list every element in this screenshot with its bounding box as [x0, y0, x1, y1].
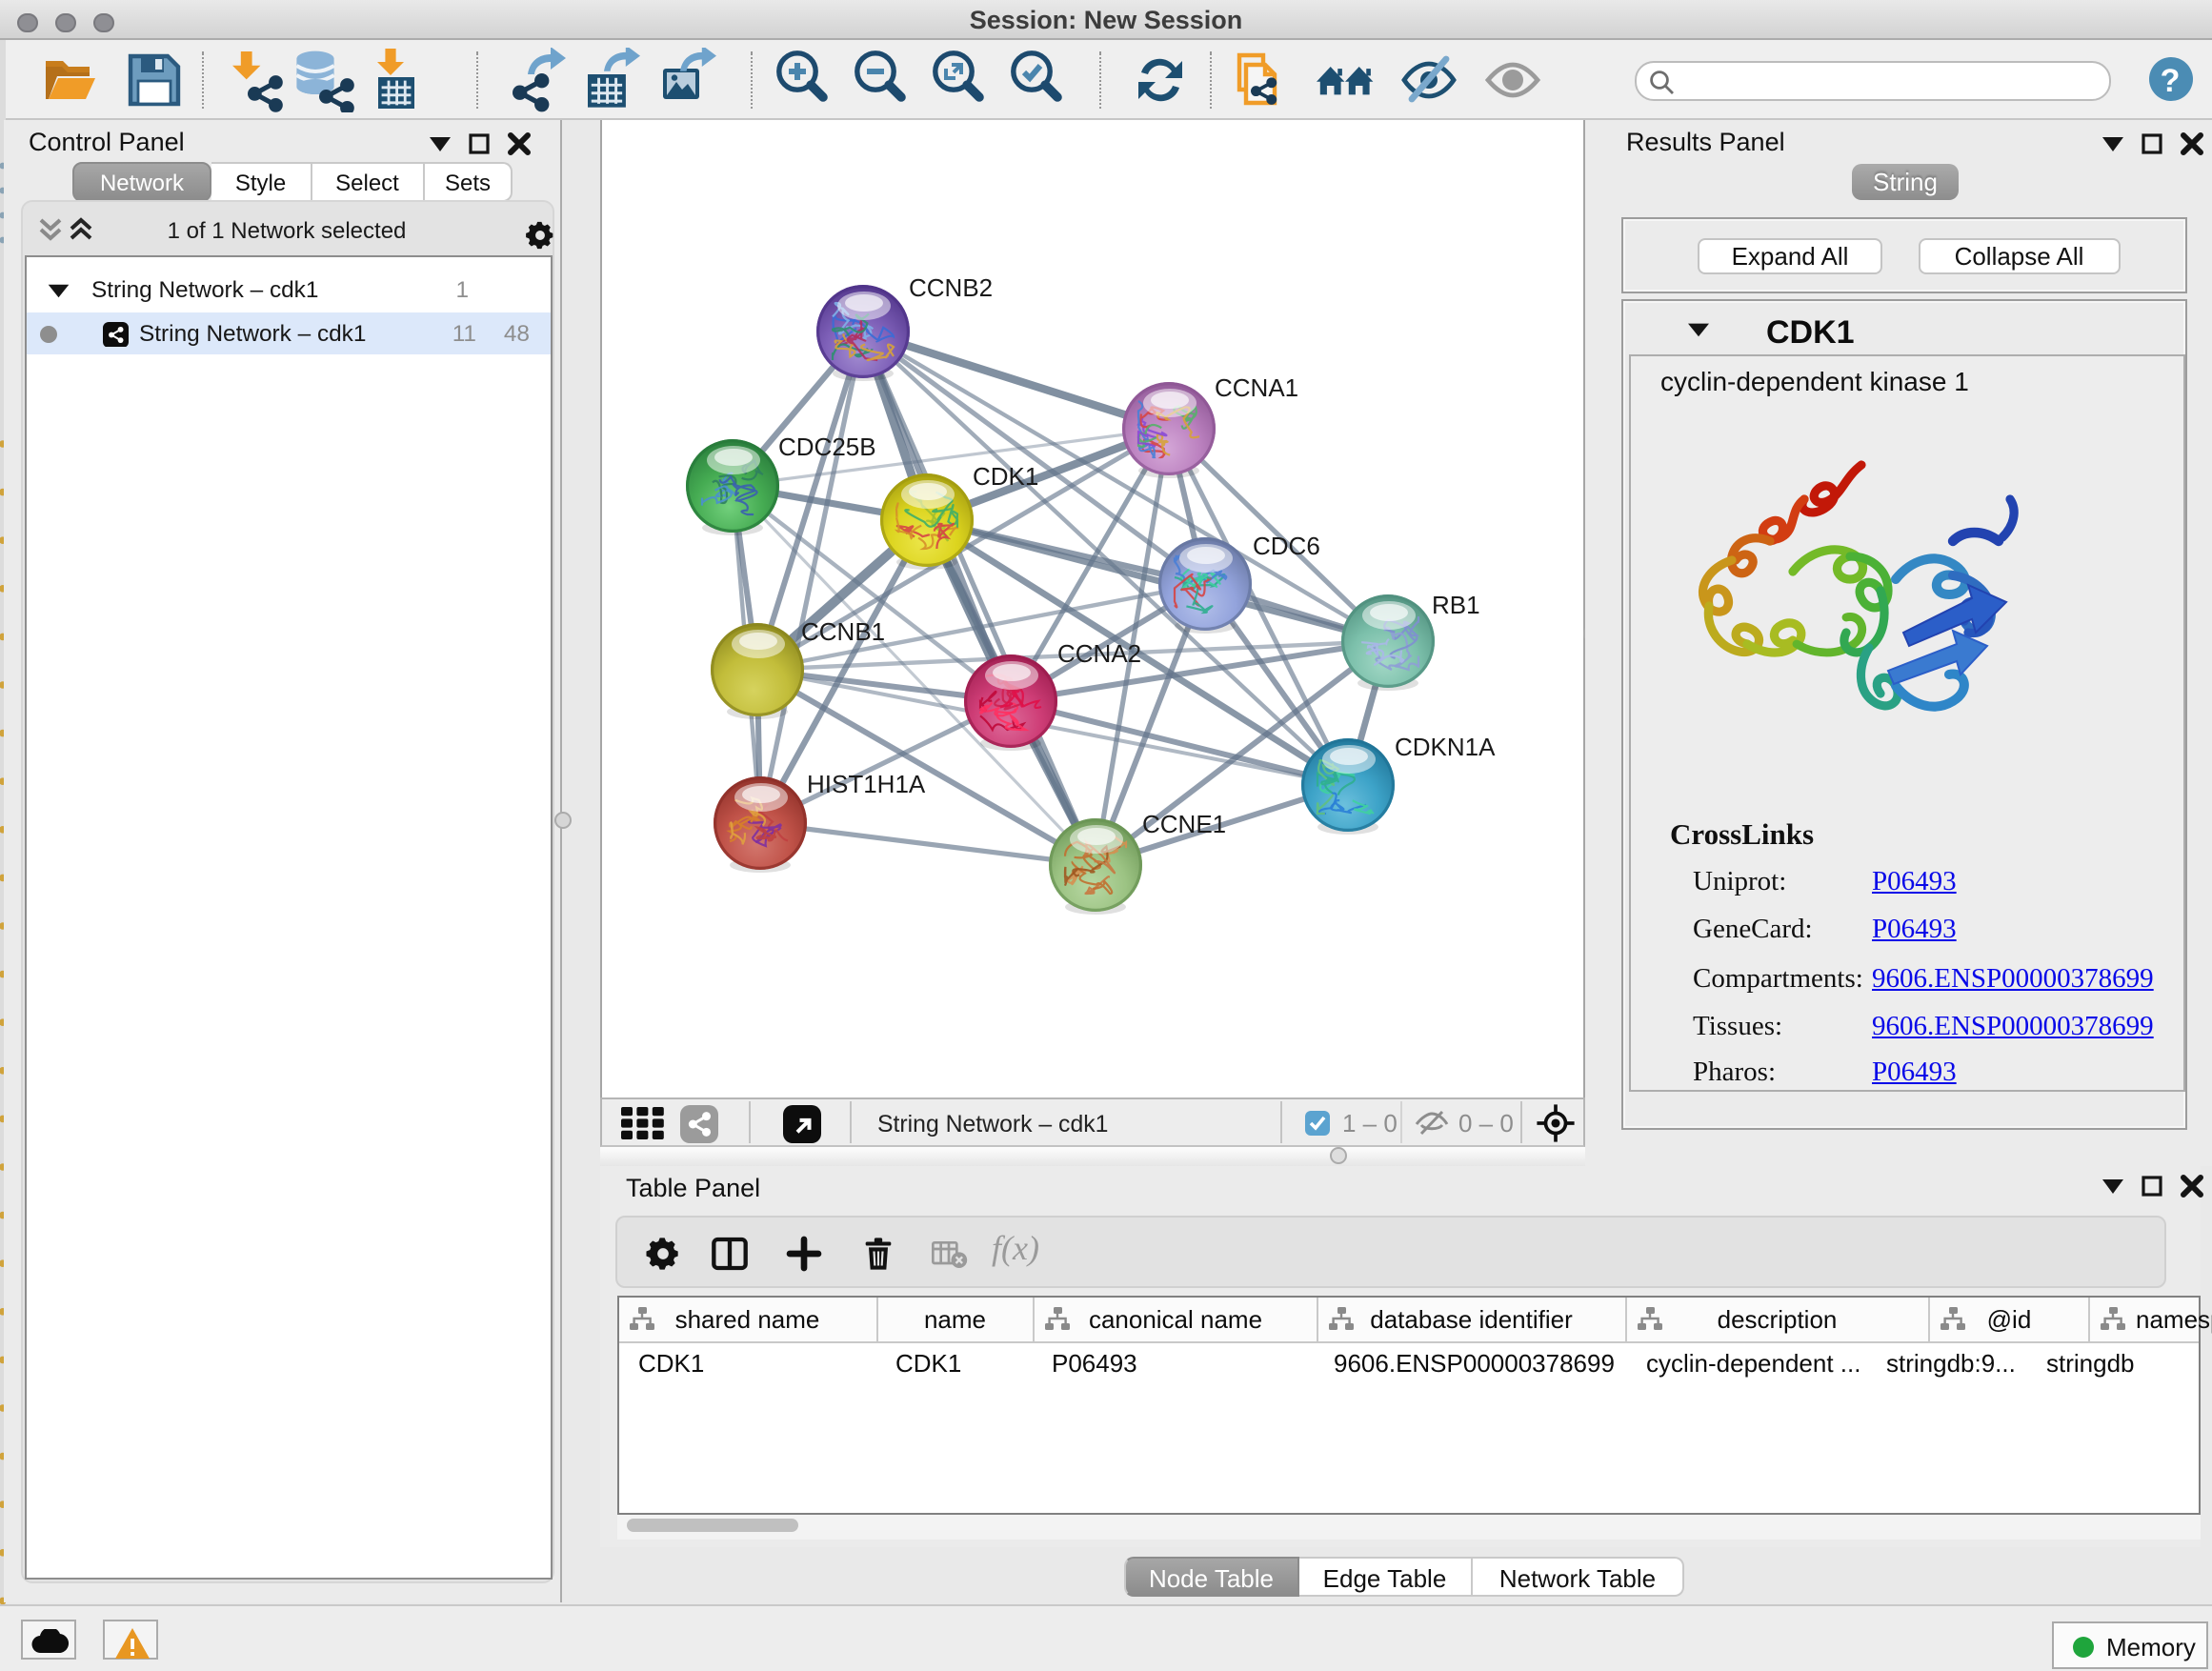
svg-text:CDC6: CDC6 [1252, 531, 1319, 559]
svg-text:CCNB1: CCNB1 [800, 616, 884, 645]
svg-text:CCNE1: CCNE1 [1141, 809, 1225, 837]
svg-text:CCNB2: CCNB2 [908, 272, 992, 301]
svg-text:HIST1H1A: HIST1H1A [806, 769, 925, 797]
svg-text:CDK1: CDK1 [972, 461, 1037, 490]
svg-text:RB1: RB1 [1431, 590, 1479, 618]
svg-text:CDKN1A: CDKN1A [1394, 732, 1495, 760]
svg-text:CCNA1: CCNA1 [1214, 372, 1297, 401]
svg-text:CCNA2: CCNA2 [1056, 638, 1140, 667]
svg-text:CDC25B: CDC25B [777, 432, 875, 460]
